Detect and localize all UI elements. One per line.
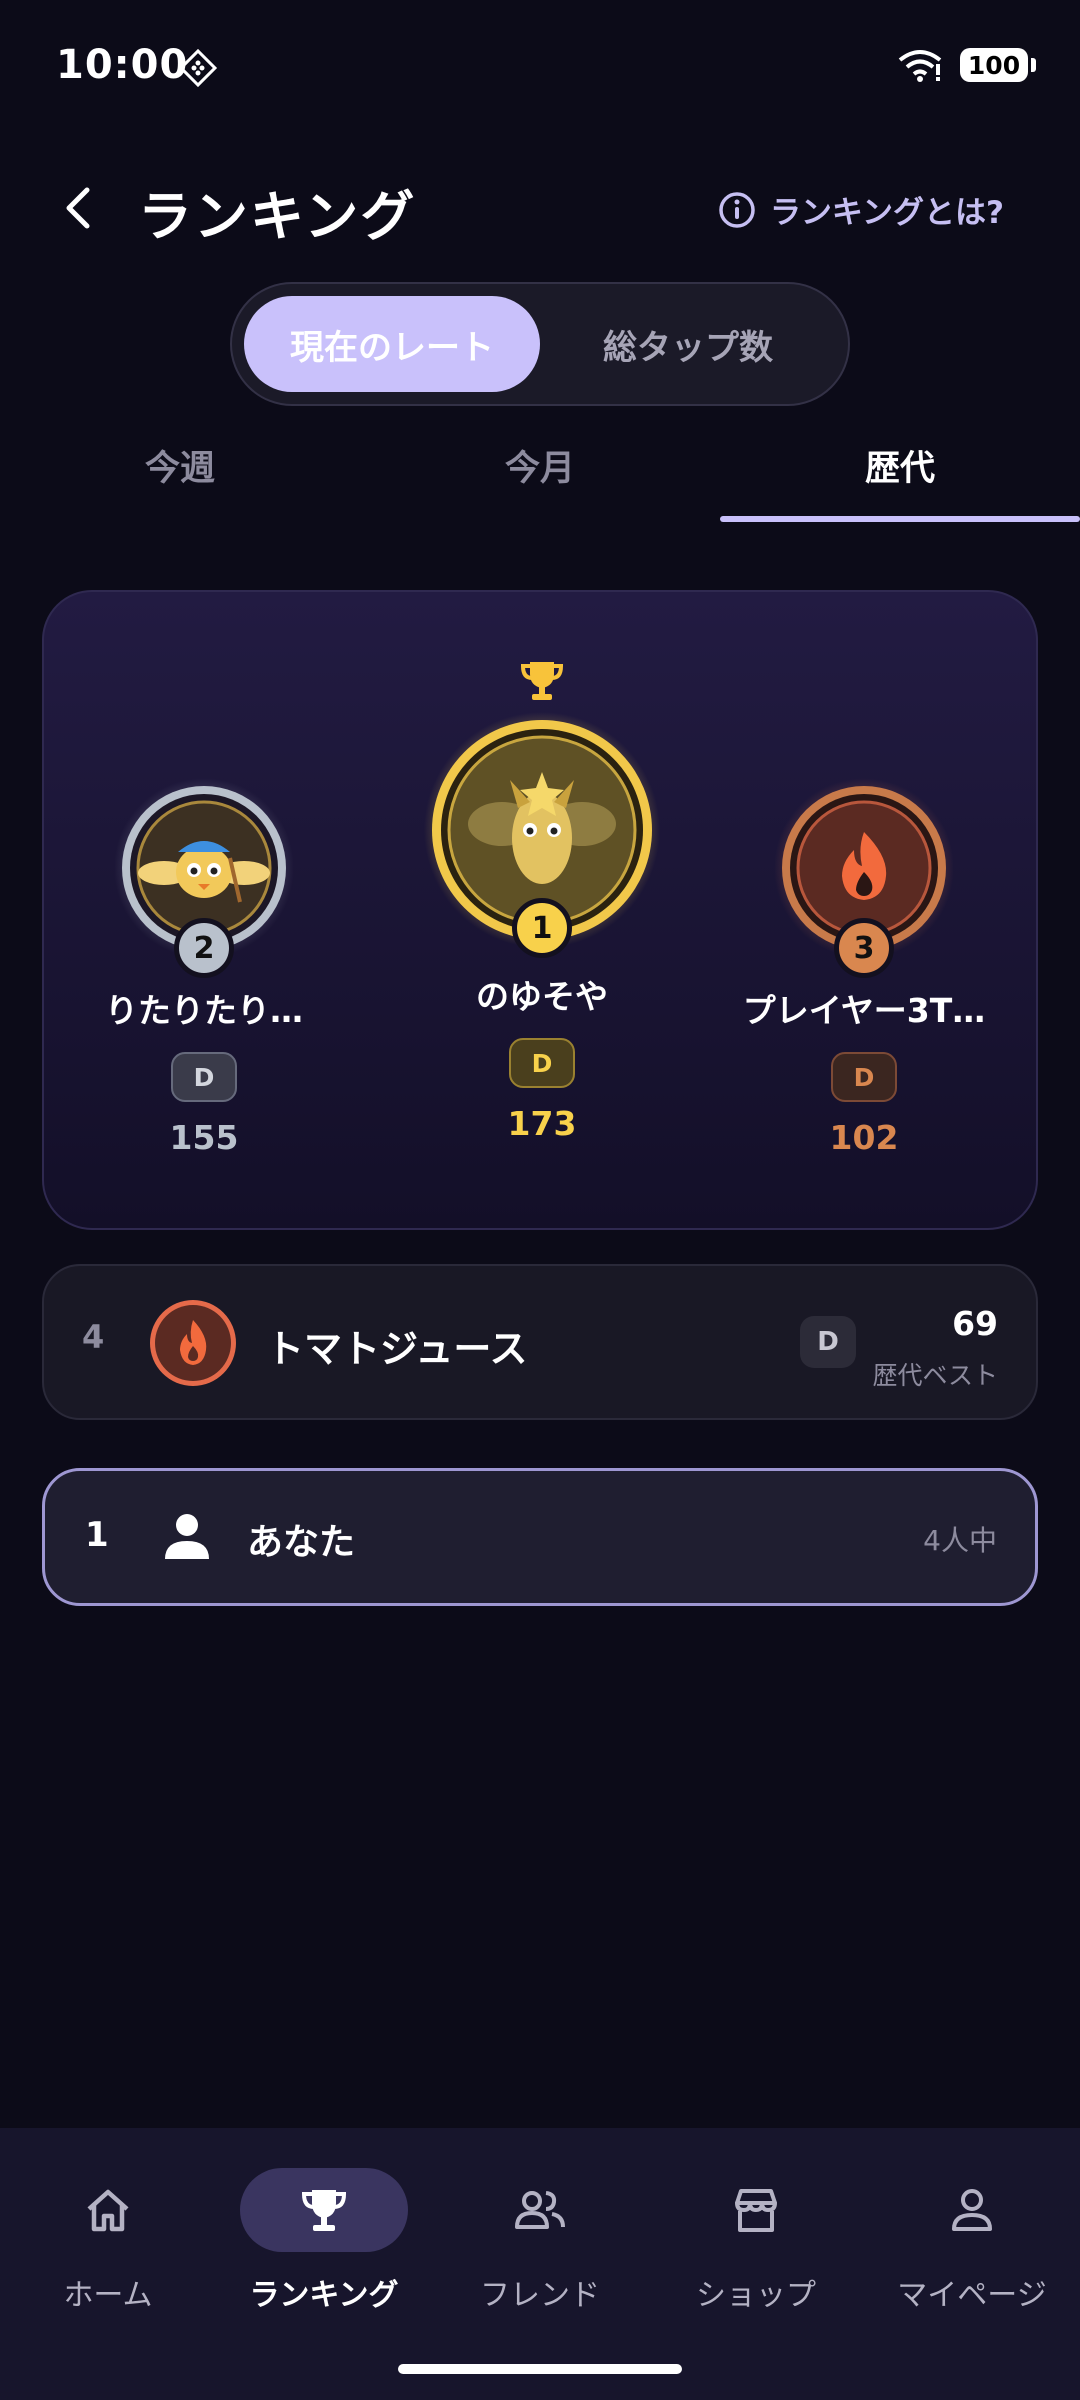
chevron-left-icon xyxy=(66,187,90,229)
person-icon xyxy=(888,2168,1056,2252)
avatar: 1 xyxy=(424,712,660,958)
wifi-icon xyxy=(898,50,942,82)
tab-this-week[interactable]: 今週 xyxy=(0,440,360,522)
nav-label: フレンド xyxy=(480,2278,600,2313)
avatar xyxy=(148,1298,238,1388)
tier-badge: D xyxy=(171,1052,237,1102)
player-name: プレイヤー3T… xyxy=(742,991,986,1030)
participant-count: 4人中 xyxy=(923,1524,997,1557)
help-label: ランキングとは? xyxy=(769,195,1004,231)
tier-badge: D xyxy=(800,1316,856,1368)
tier-badge: D xyxy=(509,1038,575,1088)
nav-mypage[interactable]: マイページ xyxy=(864,2168,1080,2314)
ranking-help-link[interactable]: ランキングとは? xyxy=(718,187,1004,232)
tier-badge: D xyxy=(831,1052,897,1102)
player-score: 102 xyxy=(829,1118,899,1157)
home-indicator[interactable] xyxy=(398,2364,682,2374)
player-name: のゆそや xyxy=(476,977,608,1016)
trophy-icon xyxy=(382,656,702,712)
rank-badge: 3 xyxy=(834,918,894,978)
avatar: 3 xyxy=(774,778,954,978)
rank-badge: 2 xyxy=(174,918,234,978)
player-score: 173 xyxy=(507,1104,577,1143)
list-item[interactable]: 4 トマトジュース D 69 歴代ベスト xyxy=(42,1264,1038,1420)
status-time: 10:00 xyxy=(56,42,189,88)
battery-indicator: 100 xyxy=(960,48,1036,82)
podium-third[interactable]: 3 プレイヤー3T… D 102 xyxy=(704,778,1024,1157)
status-icons: 100 xyxy=(898,48,1036,82)
friends-icon xyxy=(456,2168,624,2252)
back-button[interactable] xyxy=(48,178,108,238)
nav-home[interactable]: ホーム xyxy=(0,2168,216,2314)
nav-label: ホーム xyxy=(63,2278,153,2313)
trophy-icon xyxy=(240,2168,408,2252)
my-rank-number: 1 xyxy=(85,1515,109,1555)
my-name: あなた xyxy=(247,1522,356,1563)
nav-label: ショップ xyxy=(696,2278,816,2313)
info-icon xyxy=(719,191,755,228)
segment-current-rate[interactable]: 現在のレート xyxy=(244,296,540,392)
page-title: ランキング xyxy=(138,185,417,248)
podium-card: 2 りたりたり… D 155 1 のゆそや D 173 3 プレイヤー3T… D… xyxy=(42,590,1038,1230)
period-tabs: 今週 今月 歴代 xyxy=(0,440,1080,522)
player-score: 155 xyxy=(169,1118,239,1157)
segment-total-taps[interactable]: 総タップ数 xyxy=(540,296,836,392)
player-name: りたりたり… xyxy=(105,991,303,1030)
nav-friends[interactable]: フレンド xyxy=(432,2168,648,2314)
rank-number: 4 xyxy=(82,1318,105,1356)
status-app-icon xyxy=(178,48,218,92)
tab-all-time[interactable]: 歴代 xyxy=(720,440,1080,522)
shop-icon xyxy=(672,2168,840,2252)
player-name: トマトジュース xyxy=(266,1327,528,1371)
nav-shop[interactable]: ショップ xyxy=(648,2168,864,2314)
nav-label: ランキング xyxy=(249,2278,399,2313)
metric-segmented-control: 現在のレート 総タップ数 xyxy=(230,282,850,406)
podium-second[interactable]: 2 りたりたり… D 155 xyxy=(44,778,364,1157)
my-rank-row[interactable]: 1 あなた 4人中 xyxy=(42,1468,1038,1606)
avatar: 2 xyxy=(114,778,294,978)
tab-this-month[interactable]: 今月 xyxy=(360,440,720,522)
nav-ranking[interactable]: ランキング xyxy=(216,2168,432,2314)
person-icon xyxy=(159,1509,215,1569)
home-icon xyxy=(24,2168,192,2252)
score-caption: 歴代ベスト xyxy=(872,1361,998,1390)
podium-first[interactable]: 1 のゆそや D 173 xyxy=(382,656,702,1143)
nav-label: マイページ xyxy=(897,2278,1047,2313)
rank-badge: 1 xyxy=(512,898,572,958)
player-score: 69 xyxy=(952,1304,998,1343)
